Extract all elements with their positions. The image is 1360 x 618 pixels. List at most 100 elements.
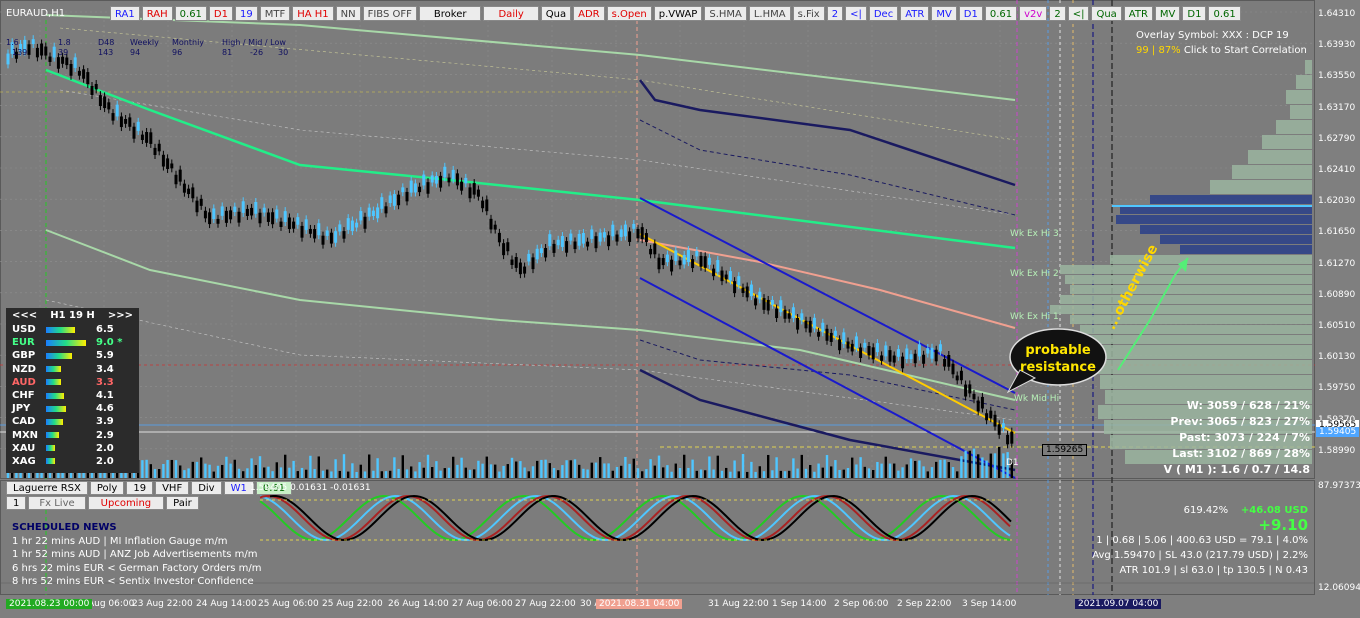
correlation-link[interactable]: 99 | 87% Click to Start Correlation (1136, 45, 1307, 56)
volume-bar (792, 458, 795, 478)
time-tick: 2 Sep 22:00 (897, 599, 952, 609)
strength-row[interactable]: CAD 3.9 (6, 415, 139, 428)
toolbar-button[interactable]: D1 (958, 6, 983, 21)
strength-row[interactable]: EUR 9.0 * (6, 336, 139, 349)
toolbar-button[interactable]: Daily (483, 6, 539, 21)
volume-bar (208, 464, 211, 478)
news-filter-button[interactable]: Fx Live (28, 496, 86, 510)
toolbar-button[interactable]: p.VWAP (653, 6, 703, 21)
volume-bar (771, 470, 774, 478)
volume-bar (893, 463, 896, 478)
toolbar-button[interactable]: 19 (234, 6, 258, 21)
candle-body (493, 224, 497, 230)
strip-value: 39 (58, 48, 69, 57)
strength-row[interactable]: XAG 2.0 (6, 455, 139, 468)
toolbar-button[interactable]: NN (335, 6, 361, 21)
volume-bar (485, 456, 488, 478)
symbol-label: EURAUD,H1 (6, 8, 66, 19)
volume-profile-bar (1305, 60, 1312, 74)
toolbar-button[interactable]: 0.61 (1208, 6, 1241, 21)
strength-row[interactable]: XAU 2.0 (6, 442, 139, 455)
toolbar-button[interactable]: S.HMA (704, 6, 747, 21)
current-price-tag: 1.59405 (1316, 427, 1360, 437)
toolbar-button[interactable]: 0.61 (984, 6, 1018, 21)
candle-body (178, 169, 182, 182)
scheduled-news: SCHEDULED NEWS 1 hr 22 mins AUD | MI Inf… (12, 521, 261, 589)
strength-row[interactable]: MXN 2.9 (6, 429, 139, 442)
strength-row[interactable]: AUD 3.3 (6, 376, 139, 389)
toolbar-button[interactable]: <| (845, 6, 867, 21)
toolbar-button[interactable]: RA1 (110, 6, 140, 21)
strength-row[interactable]: NZD 3.4 (6, 363, 139, 376)
time-tick: 25 Aug 22:00 (322, 599, 383, 609)
candle-body (367, 207, 371, 217)
candle-body (170, 163, 174, 169)
toolbar-button[interactable]: 2 (1049, 6, 1066, 21)
toolbar-button[interactable]: 2 (826, 6, 844, 21)
candle-body (854, 336, 858, 349)
news-filter-button[interactable]: Pair (166, 496, 199, 510)
toolbar-button[interactable]: s.Open (606, 6, 652, 21)
toolbar-button[interactable]: RAH (141, 6, 173, 21)
toolbar-button[interactable]: ATR (900, 6, 930, 21)
time-tick: 23 Aug 22:00 (132, 599, 193, 609)
strength-row[interactable]: GBP 5.9 (6, 349, 139, 362)
candle-body (283, 211, 287, 222)
volume-bar (384, 471, 388, 478)
toolbar-button[interactable]: 0.61 (174, 6, 207, 21)
strength-prev-button[interactable]: <<< (12, 310, 37, 321)
news-filter-button[interactable]: Upcoming (87, 496, 165, 510)
sub-button[interactable]: Laguerre RSX (6, 481, 88, 495)
candle-body (871, 347, 875, 360)
strength-bar (46, 392, 65, 399)
volume-bar (439, 470, 442, 478)
strength-bar (46, 405, 67, 412)
toolbar-button[interactable]: FIBS OFF (362, 6, 417, 21)
strength-next-button[interactable]: >>> (108, 310, 133, 321)
toolbar-button[interactable]: Qua (540, 6, 572, 21)
toolbar-button[interactable]: HA H1 (292, 6, 334, 21)
sub-button[interactable]: Div (191, 481, 222, 495)
candle-body (359, 211, 363, 221)
toolbar-button[interactable]: Qua (1091, 6, 1122, 21)
toolbar-button[interactable]: Dec (868, 6, 899, 21)
strength-value: 5.9 (96, 350, 114, 362)
toolbar-button[interactable]: D1 (208, 6, 233, 21)
volume-bar (804, 468, 808, 478)
volume-bar (712, 469, 715, 478)
sub-button[interactable]: VHF (155, 481, 190, 495)
toolbar-button[interactable]: Broker (418, 6, 482, 21)
sub-button[interactable]: 19 (126, 481, 154, 495)
strength-row[interactable]: JPY 4.6 (6, 402, 139, 415)
strength-row[interactable]: USD 6.5 (6, 323, 139, 336)
toolbar-button[interactable]: ADR (573, 6, 605, 21)
candle-body (523, 266, 527, 274)
toolbar-button[interactable]: MV (1154, 6, 1181, 21)
strength-row[interactable]: CHF 4.1 (6, 389, 139, 402)
toolbar-button[interactable]: v2v (1019, 6, 1048, 21)
overlay-symbol: Overlay Symbol: XXX : DCP 19 (1136, 30, 1289, 41)
news-filter-button[interactable]: 1 (6, 496, 27, 510)
strength-value: 6.5 (96, 324, 114, 336)
candle-body (598, 232, 602, 242)
candle-body (460, 181, 464, 191)
toolbar-button[interactable]: L.HMA (748, 6, 791, 21)
toolbar-button[interactable]: s.Fix (792, 6, 825, 21)
candle-body (913, 353, 917, 364)
toolbar-button[interactable]: ATR (1123, 6, 1153, 21)
candle-body (838, 339, 842, 351)
candle-body (40, 43, 44, 56)
toolbar-button[interactable]: D1 (1182, 6, 1207, 21)
time-tick: 24 Aug 14:00 (196, 599, 257, 609)
candle-body (174, 174, 178, 185)
candle-body (632, 223, 636, 229)
strip-value: -26 (250, 48, 264, 57)
volume-bar (313, 469, 316, 478)
volume-bar (578, 464, 581, 478)
volume-bar (254, 465, 257, 478)
sub-button[interactable]: Poly (89, 481, 125, 495)
toolbar-button[interactable]: MV (931, 6, 957, 21)
toolbar-button[interactable]: <| (1067, 6, 1090, 21)
price-tick: 1.62790 (1318, 133, 1356, 144)
toolbar-button[interactable]: MTF (259, 6, 291, 21)
